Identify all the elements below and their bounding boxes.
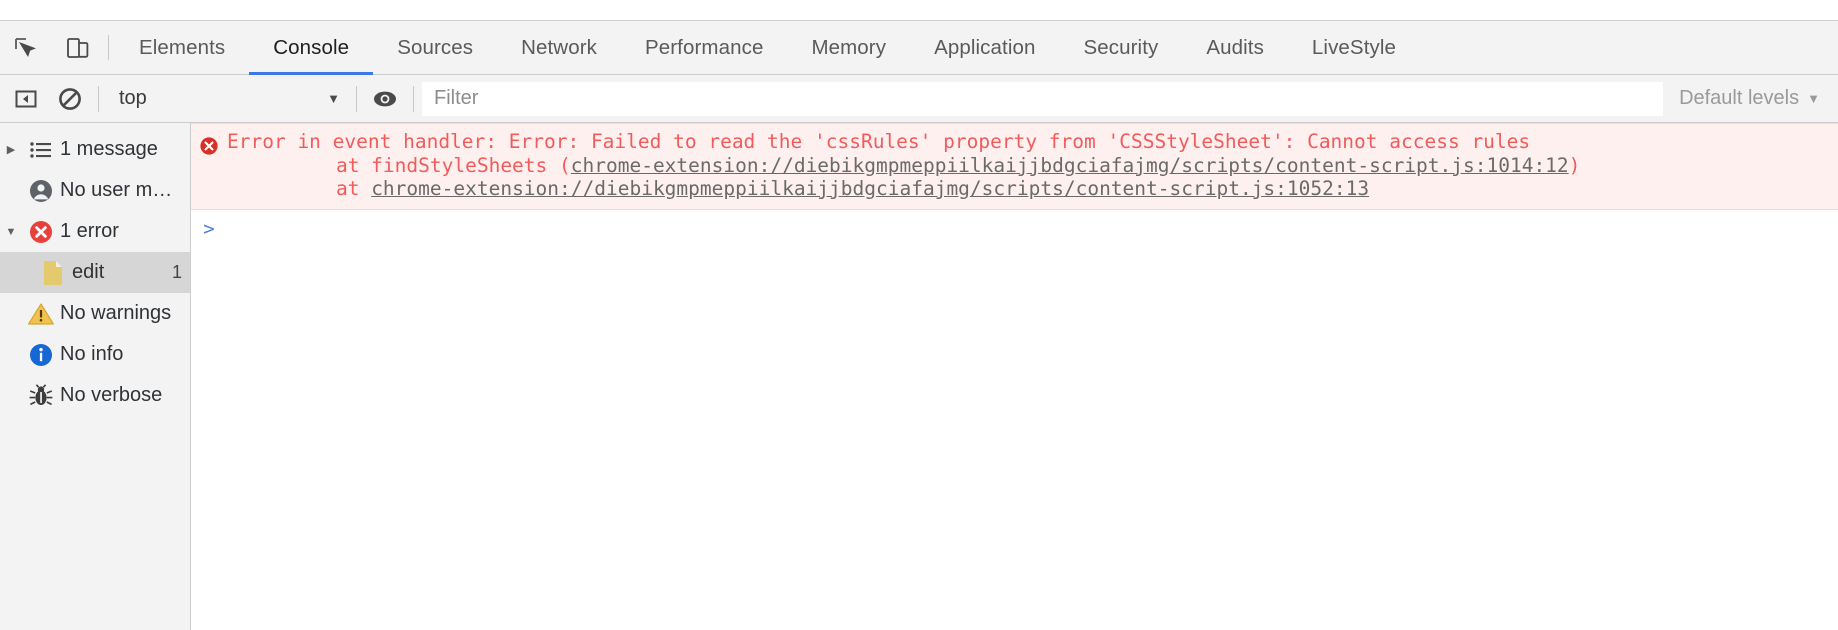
stack-prefix: at xyxy=(289,177,372,200)
list-icon xyxy=(22,141,60,159)
error-stack-line-2: at chrome-extension://diebikgmpmeppiilka… xyxy=(227,177,1580,201)
log-levels-dropdown[interactable]: Default levels ▼ xyxy=(1665,87,1838,110)
stack-link[interactable]: chrome-extension://diebikgmpmeppiilkaijj… xyxy=(371,177,1369,200)
document-icon xyxy=(34,260,72,286)
sidebar-item-label: No info xyxy=(60,343,124,365)
tab-application[interactable]: Application xyxy=(910,21,1059,74)
filter-input[interactable] xyxy=(422,81,1664,116)
tab-livestyle[interactable]: LiveStyle xyxy=(1288,21,1420,74)
chevron-down-icon: ▼ xyxy=(1807,91,1820,106)
sidebar-item-edit[interactable]: edit 1 xyxy=(0,252,190,293)
execution-context-select[interactable]: top ▼ xyxy=(105,75,350,123)
clear-console-icon[interactable] xyxy=(48,75,92,123)
tab-label: Sources xyxy=(397,35,474,59)
tab-label: Audits xyxy=(1206,35,1264,59)
toolbar-divider xyxy=(356,85,357,112)
devtools-tab-bar: Elements Console Sources Network Perform… xyxy=(0,20,1838,75)
tab-label: Memory xyxy=(811,35,887,59)
tab-audits[interactable]: Audits xyxy=(1182,21,1288,74)
tab-performance[interactable]: Performance xyxy=(621,21,787,74)
sidebar-item-label: No warnings xyxy=(60,302,172,324)
stack-suffix: ) xyxy=(1568,153,1581,177)
sidebar-item-label: edit xyxy=(72,261,105,283)
error-line-1: Error in event handler: Error: Failed to… xyxy=(227,130,1531,153)
stack-link[interactable]: chrome-extension://diebikgmpmeppiilkaijj… xyxy=(571,154,1569,177)
device-toolbar-icon[interactable] xyxy=(52,21,104,74)
tab-label: Performance xyxy=(644,35,764,59)
tab-label: Security xyxy=(1083,35,1159,59)
chevron-down-icon: ▼ xyxy=(327,91,340,106)
console-body: ▶ 1 message No user me… ▼ 1 error edit 1… xyxy=(0,123,1838,630)
console-output-pane: Error in event handler: Error: Failed to… xyxy=(191,123,1838,630)
console-prompt-input[interactable] xyxy=(227,218,1838,240)
sidebar-item-count: 1 xyxy=(171,262,182,282)
execution-context-value: top xyxy=(119,87,147,109)
sidebar-toggle-icon[interactable] xyxy=(4,75,48,123)
tab-sources[interactable]: Sources xyxy=(373,21,497,74)
tab-label: Network xyxy=(521,35,597,59)
disclosure-triangle-icon[interactable]: ▶ xyxy=(0,143,22,156)
tab-network[interactable]: Network xyxy=(497,21,621,74)
sidebar-item-messages[interactable]: ▶ 1 message xyxy=(0,129,190,170)
console-sidebar: ▶ 1 message No user me… ▼ 1 error edit 1… xyxy=(0,123,191,630)
warning-icon xyxy=(22,302,60,326)
tab-label: Elements xyxy=(139,35,226,59)
console-toolbar: top ▼ Default levels ▼ xyxy=(0,75,1838,123)
sidebar-item-label: 1 message xyxy=(60,138,158,160)
tab-memory[interactable]: Memory xyxy=(787,21,910,74)
error-icon xyxy=(191,130,227,156)
error-icon xyxy=(22,219,60,245)
toolbar-divider xyxy=(98,85,99,112)
info-icon xyxy=(22,342,60,368)
eye-icon[interactable] xyxy=(363,75,407,123)
sidebar-item-label: No verbose xyxy=(60,384,163,406)
tab-list: Elements Console Sources Network Perform… xyxy=(115,21,1420,75)
console-prompt-row[interactable]: > xyxy=(191,210,1838,240)
stack-prefix: at findStyleSheets ( xyxy=(289,153,571,177)
sidebar-item-info[interactable]: No info xyxy=(0,334,190,375)
sidebar-item-verbose[interactable]: No verbose xyxy=(0,375,190,416)
sidebar-item-errors[interactable]: ▼ 1 error xyxy=(0,211,190,252)
error-stack-line-1: at findStyleSheets (chrome-extension://d… xyxy=(227,154,1580,178)
window-top-strip xyxy=(0,0,1838,20)
tab-label: Application xyxy=(934,35,1036,59)
console-error-message[interactable]: Error in event handler: Error: Failed to… xyxy=(191,123,1838,210)
sidebar-item-warnings[interactable]: No warnings xyxy=(0,293,190,334)
tab-label: Console xyxy=(273,35,350,59)
sidebar-item-user-messages[interactable]: No user me… xyxy=(0,170,190,211)
person-icon xyxy=(22,178,60,204)
log-levels-label: Default levels xyxy=(1679,87,1800,109)
sidebar-item-label: 1 error xyxy=(60,220,119,242)
disclosure-triangle-icon[interactable]: ▼ xyxy=(0,226,22,238)
tab-console[interactable]: Console xyxy=(249,21,374,75)
tab-security[interactable]: Security xyxy=(1059,21,1182,74)
verbose-bug-icon xyxy=(22,383,60,408)
prompt-arrow-icon: > xyxy=(203,217,215,240)
console-error-text: Error in event handler: Error: Failed to… xyxy=(227,130,1590,201)
inspect-cursor-icon[interactable] xyxy=(0,21,52,74)
tab-elements[interactable]: Elements xyxy=(115,21,249,74)
toolbar-divider xyxy=(413,85,414,112)
sidebar-item-label: No user me… xyxy=(60,179,182,201)
tab-label: LiveStyle xyxy=(1311,35,1397,59)
toolbar-divider xyxy=(108,35,109,60)
